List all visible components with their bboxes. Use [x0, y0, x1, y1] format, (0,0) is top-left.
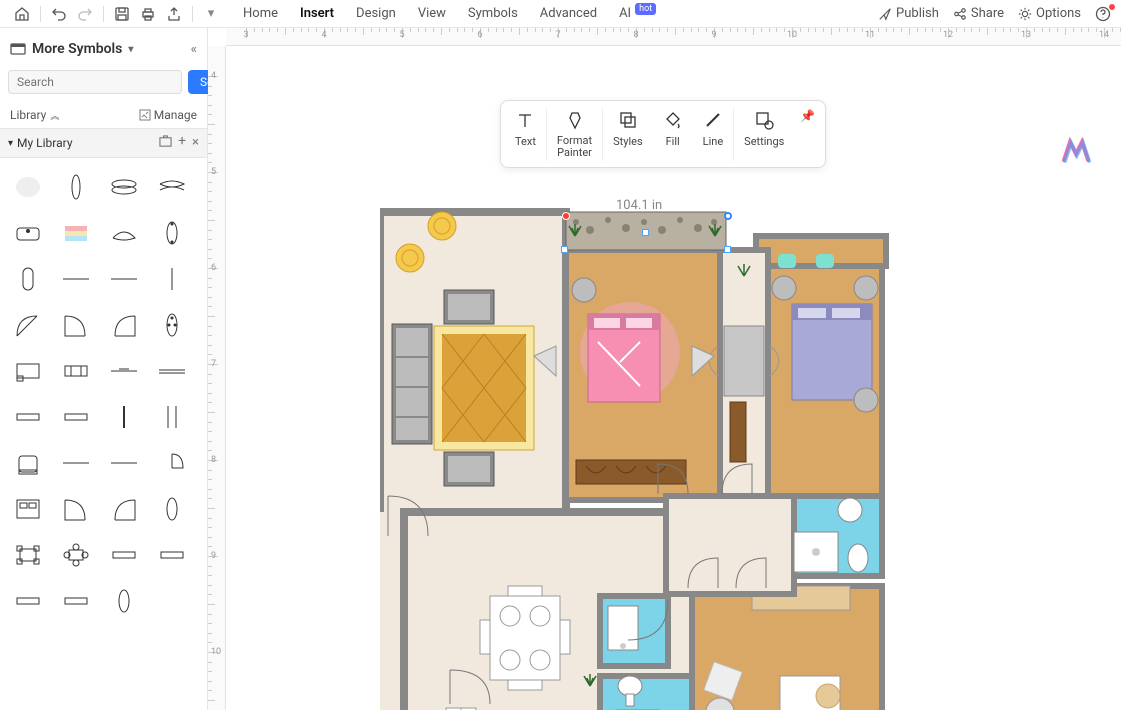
- text-tool-button[interactable]: Text: [505, 107, 547, 161]
- publish-button[interactable]: Publish: [878, 6, 939, 21]
- menu-tabs: Home Insert Design View Symbols Advanced…: [243, 6, 656, 21]
- floating-toolbar: Text FormatPainter Styles Fill Line Sett…: [500, 100, 826, 168]
- symbol-item[interactable]: [100, 578, 148, 624]
- symbol-item[interactable]: [148, 210, 196, 256]
- symbol-item[interactable]: [52, 394, 100, 440]
- line-button[interactable]: Line: [693, 107, 735, 161]
- symbol-item[interactable]: [52, 486, 100, 532]
- symbol-item[interactable]: [148, 532, 196, 578]
- resize-handle[interactable]: [642, 229, 649, 236]
- canvas-area: 34567891011121314 45678910 Text FormatPa…: [208, 28, 1121, 710]
- export-icon[interactable]: [162, 2, 186, 26]
- collapse-panel-icon[interactable]: «: [191, 42, 197, 57]
- symbols-header[interactable]: More Symbols ▾ «: [0, 28, 207, 70]
- symbol-item[interactable]: [52, 256, 100, 302]
- symbol-item[interactable]: [100, 394, 148, 440]
- symbol-item[interactable]: [100, 486, 148, 532]
- tab-symbols[interactable]: Symbols: [468, 6, 518, 21]
- symbol-item[interactable]: [52, 210, 100, 256]
- horizontal-ruler: 34567891011121314: [226, 28, 1121, 46]
- symbol-item[interactable]: [148, 578, 196, 624]
- right-actions: Publish Share Options: [878, 6, 1111, 22]
- manage-button[interactable]: Manage: [139, 108, 197, 122]
- my-library-section[interactable]: ▾ My Library + ×: [0, 128, 207, 158]
- left-panel: More Symbols ▾ « Search Library ︽ Manage…: [0, 28, 208, 710]
- floor-plan[interactable]: [380, 196, 1098, 710]
- add-symbol-icon[interactable]: +: [178, 135, 186, 151]
- tab-ai[interactable]: AIhot: [619, 6, 656, 21]
- symbol-item[interactable]: [100, 164, 148, 210]
- symbol-item[interactable]: [148, 394, 196, 440]
- settings-button[interactable]: Settings: [734, 107, 794, 161]
- symbol-item[interactable]: [52, 348, 100, 394]
- symbol-item[interactable]: [4, 302, 52, 348]
- library-icon: [10, 41, 26, 57]
- symbol-item[interactable]: [148, 486, 196, 532]
- options-button[interactable]: Options: [1018, 6, 1081, 21]
- add-folder-icon[interactable]: [159, 135, 172, 151]
- share-button[interactable]: Share: [953, 6, 1004, 21]
- close-section-icon[interactable]: ×: [192, 135, 199, 151]
- symbol-item[interactable]: [148, 164, 196, 210]
- resize-handle[interactable]: [724, 246, 731, 253]
- symbols-title: More Symbols: [32, 41, 122, 57]
- symbol-item[interactable]: [4, 348, 52, 394]
- print-icon[interactable]: [136, 2, 160, 26]
- tab-home[interactable]: Home: [243, 6, 278, 21]
- symbol-item[interactable]: [4, 210, 52, 256]
- undo-icon[interactable]: [47, 2, 71, 26]
- symbol-item[interactable]: [4, 394, 52, 440]
- symbol-item[interactable]: [52, 578, 100, 624]
- symbol-item[interactable]: [100, 348, 148, 394]
- tab-design[interactable]: Design: [356, 6, 396, 21]
- tab-view[interactable]: View: [418, 6, 446, 21]
- symbol-item[interactable]: [52, 164, 100, 210]
- hot-badge: hot: [635, 3, 656, 15]
- format-painter-button[interactable]: FormatPainter: [547, 107, 603, 161]
- search-input[interactable]: [8, 70, 182, 94]
- symbol-item[interactable]: [100, 256, 148, 302]
- connection-handle-icon[interactable]: [724, 212, 732, 220]
- more-icon[interactable]: ▾: [199, 2, 223, 26]
- tab-advanced[interactable]: Advanced: [540, 6, 597, 21]
- symbol-item[interactable]: [52, 532, 100, 578]
- vertical-ruler: 45678910: [208, 46, 226, 710]
- symbol-item[interactable]: [100, 210, 148, 256]
- symbol-item[interactable]: [100, 302, 148, 348]
- library-toggle[interactable]: Library ︽: [10, 108, 59, 122]
- redo-icon[interactable]: [73, 2, 97, 26]
- symbol-item[interactable]: [100, 532, 148, 578]
- pin-icon[interactable]: 📌: [794, 107, 821, 125]
- symbol-item[interactable]: [4, 164, 52, 210]
- symbol-item[interactable]: [148, 348, 196, 394]
- app-logo-icon: [1061, 136, 1091, 166]
- symbol-item[interactable]: [52, 440, 100, 486]
- fill-button[interactable]: Fill: [653, 107, 693, 161]
- styles-button[interactable]: Styles: [603, 107, 653, 161]
- save-icon[interactable]: [110, 2, 134, 26]
- help-button[interactable]: [1095, 6, 1111, 22]
- symbol-item[interactable]: [4, 532, 52, 578]
- symbol-item[interactable]: [148, 256, 196, 302]
- symbol-item[interactable]: [4, 486, 52, 532]
- home-icon[interactable]: [10, 2, 34, 26]
- rotate-handle-icon[interactable]: [562, 212, 570, 220]
- resize-handle[interactable]: [561, 246, 568, 253]
- dimension-label: 104.1 in: [616, 198, 662, 213]
- symbol-item[interactable]: [148, 440, 196, 486]
- tab-insert[interactable]: Insert: [300, 6, 334, 21]
- symbol-item[interactable]: [148, 302, 196, 348]
- symbol-grid: [0, 158, 207, 710]
- top-toolbar: ▾ Home Insert Design View Symbols Advanc…: [0, 0, 1121, 28]
- canvas[interactable]: Text FormatPainter Styles Fill Line Sett…: [226, 46, 1121, 710]
- symbol-item[interactable]: [100, 440, 148, 486]
- symbol-item[interactable]: [4, 256, 52, 302]
- symbol-item[interactable]: [52, 302, 100, 348]
- symbol-item[interactable]: [4, 578, 52, 624]
- symbol-item[interactable]: [4, 440, 52, 486]
